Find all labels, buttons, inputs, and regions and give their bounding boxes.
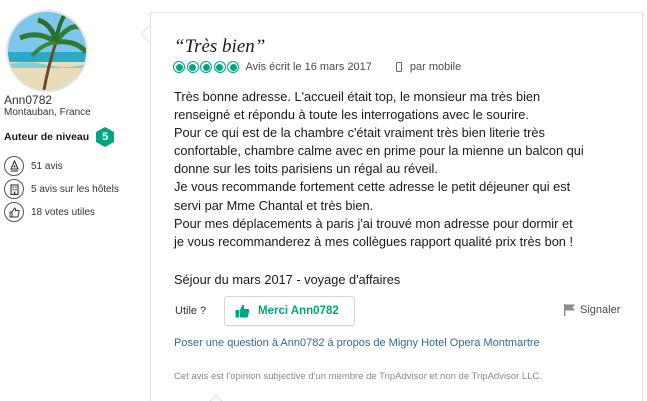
stat-helpful-votes-text: 18 votes utiles [31,206,95,218]
rating-bubble-icon [173,61,185,73]
thumbs-up-icon [235,304,250,318]
avatar[interactable] [6,10,88,92]
stay-info: Séjour du mars 2017 - voyage d'affaires [174,272,401,287]
review-line: renseigné et répondu à toute les interro… [174,107,529,123]
ask-question-link[interactable]: Poser une question à Ann0782 à propos de… [174,337,540,349]
review-line: je vous recommanderez à mes collègues ra… [174,233,574,249]
stat-helpful-votes: 18 votes utiles [4,202,95,222]
card-bottom-pointer [209,395,223,401]
review-line: donne sur les toits parisiens un régal a… [174,161,438,177]
flag-icon [564,304,575,316]
review-line: confortable, chambre calme avec en prime… [174,143,584,159]
review-body: Très bonne adresse. L'accueil était top,… [174,88,630,251]
report-label: Signaler [580,304,621,316]
review-device: par mobile [395,61,462,73]
review-line: servi par Mme Chantal et très bien. [174,197,374,213]
stat-reviews-text: 51 avis [31,160,63,172]
helpful-label: Utile ? [175,305,207,317]
device-label: par mobile [409,61,462,73]
level-badge: 5 [95,126,115,148]
rating-bubble-icon [213,61,226,73]
thank-button-label: Merci Ann0782 [258,305,339,317]
hotel-icon [4,179,24,199]
report-button[interactable]: Signaler [563,304,620,316]
stat-hotel-reviews-text: 5 avis sur les hôtels [31,183,119,195]
member-profile: Ann0782 Montauban, France Auteur de nive… [0,0,140,401]
review-date: Avis écrit le 16 mars 2017 [245,61,372,73]
rating-bubble-icon [186,61,199,73]
review-title[interactable]: “Très bien” [174,36,265,58]
review-line: Pour mes déplacements à paris j'ai trouv… [174,215,573,231]
bubble-rating [173,61,241,73]
thank-reviewer-button[interactable]: Merci Ann0782 [224,296,355,326]
pen-icon [4,156,24,176]
review-line: Je vous recommande fortement cette adres… [174,179,571,195]
rating-bubble-icon [227,61,239,73]
review-meta: Avis écrit le 16 mars 2017 par mobile [173,61,461,73]
rating-bubble-icon [200,61,212,73]
review-line: Très bonne adresse. L'accueil était top,… [174,89,541,104]
stat-hotel-reviews: 5 avis sur les hôtels [4,179,119,199]
review-card: “Très bien” Avis écrit le 16 mars 2017 p… [150,12,643,401]
level-label: Auteur de niveau [4,131,90,143]
member-location: Montauban, France [4,107,91,118]
mobile-phone-icon [395,62,402,72]
review-disclaimer: Cet avis est l'opinion subjective d'un m… [174,371,542,382]
member-username[interactable]: Ann0782 [4,93,52,107]
member-level: Auteur de niveau 5 [4,126,115,148]
review-line: Pour ce qui est de la chambre c'était vr… [174,125,545,141]
level-number: 5 [102,131,109,143]
thumbs-up-icon [4,202,24,222]
beach-palm-image [8,12,86,90]
stat-reviews: 51 avis [4,156,63,176]
